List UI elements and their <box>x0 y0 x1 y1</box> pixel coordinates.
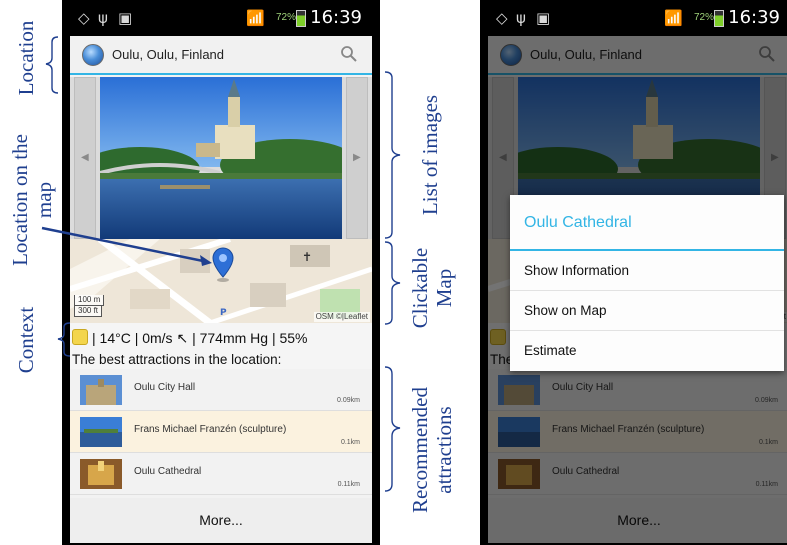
annotation-clickable-map: Clickable Map <box>408 247 456 329</box>
previous-image-button[interactable]: ◀ <box>74 77 96 239</box>
usb-icon: ψ <box>516 9 526 27</box>
battery-percent: 72% <box>694 12 715 23</box>
attraction-distance: 0.11km <box>337 481 360 488</box>
map-attribution[interactable]: OSM ©|Leaflet <box>313 312 370 322</box>
more-button[interactable]: More... <box>70 498 372 543</box>
status-bar: ◇ ψ ▣ 📶 72% 16:39 <box>70 2 372 36</box>
wifi-icon: 📶 <box>246 9 265 27</box>
clock: 16:39 <box>728 7 780 28</box>
map-scale-imperial: 300 ft <box>74 306 103 317</box>
phone-dialog-screen: ◇ ψ ▣ 📶 72% 16:39 Oulu, Oulu, Finland ◀ <box>480 0 787 545</box>
battery-percent: 72% <box>276 12 297 23</box>
list-item[interactable]: Oulu Cathedral 0.11km <box>70 453 372 495</box>
annotation-location-on-map: Location on the map <box>8 134 56 266</box>
attraction-name: Oulu Cathedral <box>134 466 202 477</box>
chevron-left-icon: ◀ <box>81 152 89 163</box>
battery-icon <box>714 10 724 27</box>
attraction-name: Frans Michael Franzén (sculpture) <box>134 424 287 435</box>
image-notification-icon: ▣ <box>118 9 133 27</box>
attraction-thumbnail <box>80 417 122 447</box>
annotation-list-of-images: List of images <box>418 94 442 216</box>
image-notification-icon: ▣ <box>536 9 551 27</box>
sync-icon: ◇ <box>78 9 90 27</box>
list-item[interactable]: Oulu City Hall 0.09km <box>70 369 372 411</box>
clock: 16:39 <box>310 7 362 28</box>
show-information-button[interactable]: Show Information <box>510 251 784 291</box>
action-bar: Oulu, Oulu, Finland <box>70 36 372 75</box>
svg-text:P: P <box>220 308 227 318</box>
weather-context: | 14°C | 0m/s ↖ | 774mm Hg | 55% <box>92 330 308 346</box>
list-item[interactable]: Frans Michael Franzén (sculpture) 0.1km <box>70 411 372 453</box>
sync-icon: ◇ <box>496 9 508 27</box>
attraction-distance: 0.09km <box>337 397 360 404</box>
attraction-thumbnail <box>80 375 122 405</box>
chevron-right-icon: ▶ <box>353 152 361 163</box>
clickable-map[interactable]: ✝ P 100 m 300 ft OSM ©|Leaflet <box>70 239 372 323</box>
map-scale-metric: 100 m <box>74 295 105 306</box>
attraction-dialog: Oulu Cathedral Show Information Show on … <box>510 195 784 371</box>
battery-icon <box>296 10 306 27</box>
map-marker-icon[interactable] <box>212 247 234 283</box>
svg-text:✝: ✝ <box>302 250 312 264</box>
usb-icon: ψ <box>98 9 108 27</box>
attraction-distance: 0.1km <box>340 439 360 446</box>
annotation-recommended-attractions: Recommended attractions <box>408 387 456 513</box>
app-screen: ◇ ψ ▣ 📶 72% 16:39 Oulu, Oulu, Finland ◀ <box>488 2 787 543</box>
location-title[interactable]: Oulu, Oulu, Finland <box>112 47 224 63</box>
annotation-context: Context <box>14 306 38 374</box>
attractions-list: Oulu City Hall 0.09km Frans Michael Fran… <box>70 369 372 495</box>
attractions-header: The best attractions in the location: <box>72 352 282 367</box>
globe-icon[interactable] <box>82 44 104 66</box>
sun-icon <box>72 329 88 345</box>
annotation-location: Location <box>14 20 38 96</box>
phone-main-screen: ◇ ψ ▣ 📶 72% 16:39 Oulu, Oulu, Finland ◀ <box>62 0 380 545</box>
status-bar: ◇ ψ ▣ 📶 72% 16:39 <box>488 2 787 36</box>
attraction-name: Oulu City Hall <box>134 382 196 393</box>
dialog-title: Oulu Cathedral <box>510 195 784 251</box>
image-carousel[interactable]: ◀ ▶ <box>70 77 372 239</box>
context-panel: | 14°C | 0m/s ↖ | 774mm Hg | 55% The bes… <box>70 323 372 369</box>
next-image-button[interactable]: ▶ <box>346 77 368 239</box>
estimate-button[interactable]: Estimate <box>510 331 784 371</box>
show-on-map-button[interactable]: Show on Map <box>510 291 784 331</box>
location-photo[interactable] <box>100 77 342 239</box>
search-icon[interactable] <box>340 45 358 63</box>
app-screen: ◇ ψ ▣ 📶 72% 16:39 Oulu, Oulu, Finland ◀ <box>70 2 372 543</box>
wifi-icon: 📶 <box>664 9 683 27</box>
attraction-thumbnail <box>80 459 122 489</box>
